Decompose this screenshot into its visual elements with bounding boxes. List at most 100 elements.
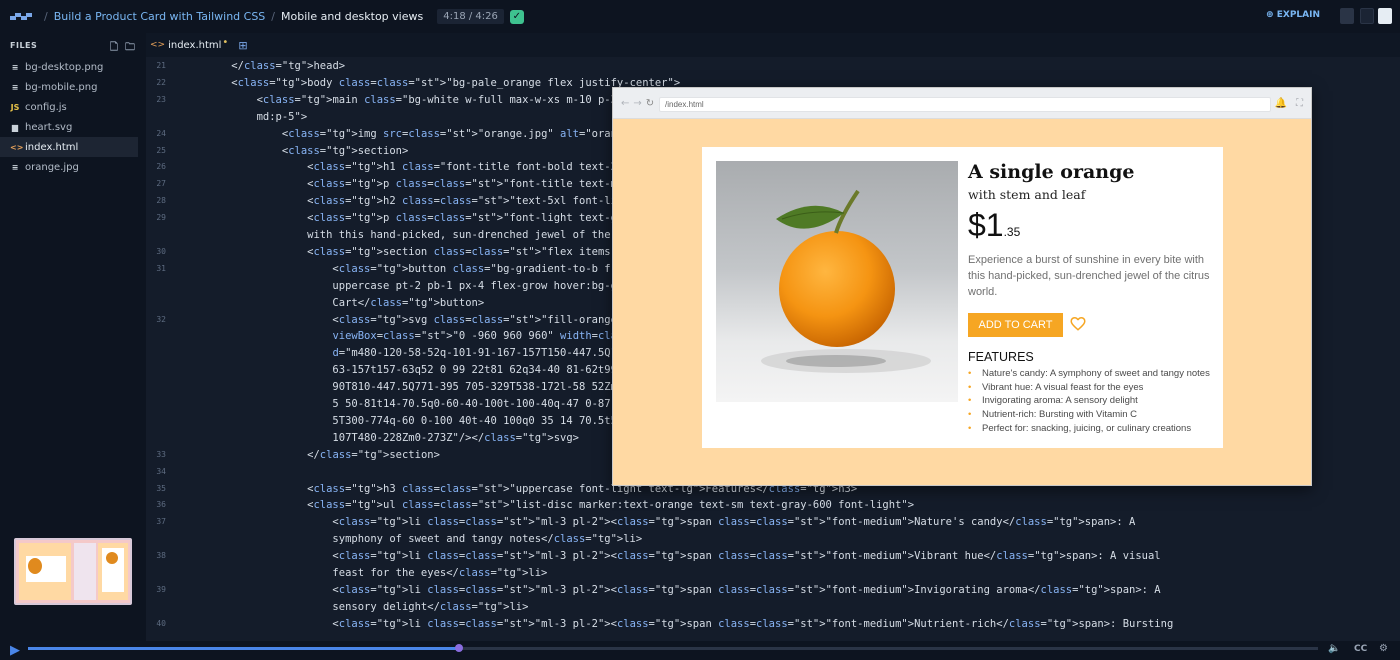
breadcrumb-separator: / bbox=[271, 10, 276, 23]
price-main: $1 bbox=[968, 207, 1004, 243]
notification-bell-icon[interactable]: 🔔 bbox=[1275, 98, 1287, 109]
line-number: 32 bbox=[156, 314, 166, 324]
file-item[interactable]: <> index.html bbox=[0, 137, 138, 157]
product-subtitle: with stem and leaf bbox=[968, 187, 1086, 202]
code-text: <class="tg">li class=class="st">"ml-3 pl… bbox=[206, 516, 1136, 529]
file-list: ≡ bg-desktop.png ≡ bg-mobile.png JS config.js… bbox=[0, 57, 146, 177]
file-name: orange.jpg bbox=[25, 161, 79, 173]
file-icon: ≡ bbox=[11, 62, 19, 72]
line-number: 33 bbox=[156, 449, 166, 459]
html-icon: <> bbox=[10, 142, 24, 152]
breadcrumb-separator: / bbox=[44, 10, 48, 23]
orange-photo bbox=[716, 161, 958, 402]
add-to-cart-button[interactable]: Add to Cart bbox=[968, 313, 1063, 337]
line-number: 26 bbox=[156, 162, 166, 172]
file-name: index.html bbox=[25, 141, 79, 153]
code-text: <class="tg">li class=class="st">"ml-3 pl… bbox=[206, 550, 1161, 563]
image-icon: ▆ bbox=[11, 122, 19, 132]
feature-item: Nutrient-rich: Bursting with Vitamin C bbox=[968, 408, 1210, 422]
file-item[interactable]: ▆ heart.svg bbox=[0, 117, 146, 137]
line-number: 34 bbox=[156, 466, 166, 476]
file-item[interactable]: ≡ bg-desktop.png bbox=[0, 57, 146, 77]
play-icon[interactable]: ▶ bbox=[10, 643, 20, 658]
code-text: uppercase pt-2 pb-1 px-4 flex-grow hover… bbox=[206, 279, 624, 292]
files-header: FILES 🗋 🗀 bbox=[0, 33, 146, 57]
code-text: 107T480-228Zm0-273Z"/></class="tg">svg> bbox=[206, 431, 579, 444]
completed-check-icon: ✓ bbox=[509, 9, 524, 24]
code-text: 5 50-81t14-70.5q0-60-40-100t-100-40q-47 … bbox=[206, 398, 624, 410]
scrimba-logo-icon[interactable] bbox=[10, 11, 32, 23]
modified-indicator: • bbox=[222, 36, 229, 48]
layout-preview-icon[interactable] bbox=[1378, 8, 1392, 24]
line-number: 23 bbox=[156, 94, 166, 104]
progress-track[interactable] bbox=[28, 647, 1318, 650]
file-name: bg-mobile.png bbox=[25, 81, 98, 93]
line-number: 38 bbox=[156, 551, 166, 561]
product-price: $1.35 bbox=[968, 207, 1020, 244]
tab-label: index.html bbox=[168, 39, 222, 51]
editor-tab-bar: <> index.html • ⊞ bbox=[146, 33, 1400, 57]
features-list: Nature's candy: A symphony of sweet and … bbox=[968, 367, 1210, 435]
feature-item: Vibrant hue: A visual feast for the eyes bbox=[968, 381, 1210, 395]
product-card: A single orange with stem and leaf $1.35… bbox=[702, 147, 1223, 448]
code-text: 63-157t157-63q52 0 99 22t81 62q34-40 81-… bbox=[206, 364, 624, 377]
file-icon: ≡ bbox=[11, 162, 19, 172]
line-number: 28 bbox=[156, 196, 166, 206]
breadcrumb-course-link[interactable]: Build a Product Card with Tailwind CSS bbox=[54, 10, 266, 23]
file-item[interactable]: ≡ bg-mobile.png bbox=[0, 77, 146, 97]
feature-item: Nature's candy: A symphony of sweet and … bbox=[968, 367, 1210, 381]
new-tab-icon[interactable]: ⊞ bbox=[238, 39, 247, 52]
explain-button[interactable]: ⊕ EXPLAIN bbox=[1266, 10, 1320, 20]
file-icon: ≡ bbox=[11, 82, 19, 92]
heart-icon[interactable] bbox=[1069, 315, 1087, 333]
js-icon: JS bbox=[10, 102, 20, 112]
file-item[interactable]: ≡ orange.jpg bbox=[0, 157, 146, 177]
file-item[interactable]: JS config.js bbox=[0, 97, 146, 117]
scrim-thumbnail[interactable] bbox=[14, 538, 132, 605]
code-text: </class="tg">head> bbox=[206, 60, 346, 72]
feature-item: Invigorating aroma: A sensory delight bbox=[968, 394, 1210, 408]
explain-icon: ⊕ bbox=[1266, 10, 1274, 20]
file-sidebar: FILES 🗋 🗀 ≡ bg-desktop.png ≡ bg-mobile.png J… bbox=[0, 33, 146, 641]
code-text: d="m480-120-58-52q-101-91-167-157T150-44… bbox=[332, 347, 624, 360]
layout-split-icon[interactable] bbox=[1340, 8, 1354, 24]
html-icon: <> bbox=[150, 40, 166, 50]
product-title: A single orange bbox=[968, 161, 1135, 183]
orange-image bbox=[761, 189, 931, 373]
forward-icon[interactable]: → bbox=[633, 98, 641, 109]
progress-fill bbox=[28, 647, 461, 650]
code-text: md:p-5"> bbox=[206, 110, 308, 123]
code-text: 90T810-447.5Q771-395 705-329T538-172l-58… bbox=[206, 381, 624, 394]
line-number: 30 bbox=[156, 246, 166, 256]
code-text: feast for the eyes</class="tg">li> bbox=[206, 567, 548, 579]
layout-columns-icon[interactable] bbox=[1360, 8, 1374, 24]
line-number: 27 bbox=[156, 179, 166, 189]
code-text: <class="tg">li class=class="st">"ml-3 pl… bbox=[206, 617, 1174, 630]
code-text: with this hand-picked, sun-drenched jewe… bbox=[206, 229, 624, 241]
code-text: </class="tg">section> bbox=[206, 448, 440, 461]
top-bar: / Build a Product Card with Tailwind CSS… bbox=[0, 0, 1400, 33]
browser-preview: ← → ↻ /index.html 🔔 ⛶ A single orange wi… bbox=[612, 87, 1312, 486]
back-icon[interactable]: ← bbox=[621, 98, 629, 109]
reload-icon[interactable]: ↻ bbox=[646, 98, 654, 109]
progress-handle[interactable] bbox=[455, 644, 463, 652]
tab-index-html[interactable]: <> index.html • bbox=[146, 33, 228, 57]
fullscreen-icon[interactable]: ⛶ bbox=[1296, 98, 1303, 109]
line-number: 31 bbox=[156, 263, 166, 273]
new-folder-icon[interactable]: 🗀 bbox=[125, 40, 135, 53]
settings-gear-icon[interactable]: ⚙ bbox=[1379, 643, 1388, 654]
file-name: heart.svg bbox=[25, 121, 73, 133]
new-file-icon[interactable]: 🗋 bbox=[110, 40, 120, 53]
video-player-bar: ▶ 🔈 CC ⚙ bbox=[0, 641, 1400, 660]
line-number: 25 bbox=[156, 145, 166, 155]
volume-icon[interactable]: 🔈 bbox=[1328, 643, 1340, 654]
line-number: 37 bbox=[156, 517, 166, 527]
code-text: 5T300-774q-60 0-100 40t-40 100q0 35 14 7… bbox=[206, 414, 624, 427]
captions-button[interactable]: CC bbox=[1354, 644, 1367, 654]
preview-url-bar[interactable]: /index.html bbox=[659, 97, 1271, 112]
price-cents: .35 bbox=[1003, 225, 1021, 239]
line-number: 24 bbox=[156, 128, 166, 138]
code-text: <class="tg">li class=class="st">"ml-3 pl… bbox=[206, 583, 1161, 596]
line-number: 36 bbox=[156, 500, 166, 510]
line-number: 35 bbox=[156, 483, 166, 493]
